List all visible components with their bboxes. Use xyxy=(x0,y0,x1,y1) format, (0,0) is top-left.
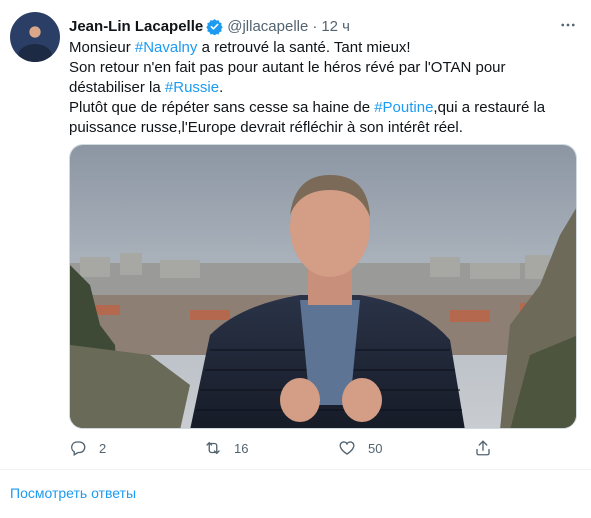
text-segment: a retrouvé la santé. Tant mieux! xyxy=(197,39,411,56)
avatar[interactable] xyxy=(10,12,60,62)
tweet-header: Jean-Lin Lacapelle @jllacapelle · 12 ч xyxy=(69,16,350,36)
reply-icon xyxy=(71,441,86,456)
separator-dot: · xyxy=(312,17,318,35)
tweet-actions: 2 16 50 xyxy=(69,438,509,458)
text-segment: Son retour n'en fait pas pour autant le … xyxy=(69,59,506,96)
show-replies-link[interactable]: Посмотреть ответы xyxy=(10,485,136,501)
retweet-button[interactable]: 16 xyxy=(204,438,248,458)
retweet-count: 16 xyxy=(234,440,249,456)
hashtag-navalny[interactable]: #Navalny xyxy=(135,39,198,56)
reply-count: 2 xyxy=(99,440,107,456)
reply-button[interactable]: 2 xyxy=(69,438,106,458)
text-segment: . xyxy=(219,79,224,96)
more-icon[interactable] xyxy=(557,14,579,36)
tweet-text: Monsieur #Navalny a retrouvé la santé. T… xyxy=(69,38,569,138)
verified-badge-icon xyxy=(206,18,223,35)
timestamp[interactable]: 12 ч xyxy=(321,18,350,35)
hashtag-russie[interactable]: #Russie xyxy=(165,79,219,96)
share-button[interactable] xyxy=(474,438,492,458)
text-segment: Plutôt que de répéter sans cesse sa hain… xyxy=(69,99,375,116)
tweet-paragraph-2: Son retour n'en fait pas pour autant le … xyxy=(69,58,569,98)
tweet-video[interactable] xyxy=(69,144,577,429)
like-button[interactable]: 50 xyxy=(338,438,382,458)
like-count: 50 xyxy=(368,440,383,456)
tweet-paragraph-1: Monsieur #Navalny a retrouvé la santé. T… xyxy=(69,38,569,58)
text-segment: Monsieur xyxy=(69,39,135,56)
author-handle[interactable]: @jllacapelle xyxy=(227,18,308,35)
tweet-paragraph-3: Plutôt que de répéter sans cesse sa hain… xyxy=(69,98,569,138)
hashtag-poutine[interactable]: #Poutine xyxy=(374,99,433,116)
video-frame xyxy=(70,145,576,428)
author-name[interactable]: Jean-Lin Lacapelle xyxy=(69,18,203,35)
tweet[interactable]: Jean-Lin Lacapelle @jllacapelle · 12 ч M… xyxy=(0,0,591,470)
share-icon xyxy=(476,440,490,456)
like-icon xyxy=(339,441,355,455)
retweet-icon xyxy=(206,442,220,454)
